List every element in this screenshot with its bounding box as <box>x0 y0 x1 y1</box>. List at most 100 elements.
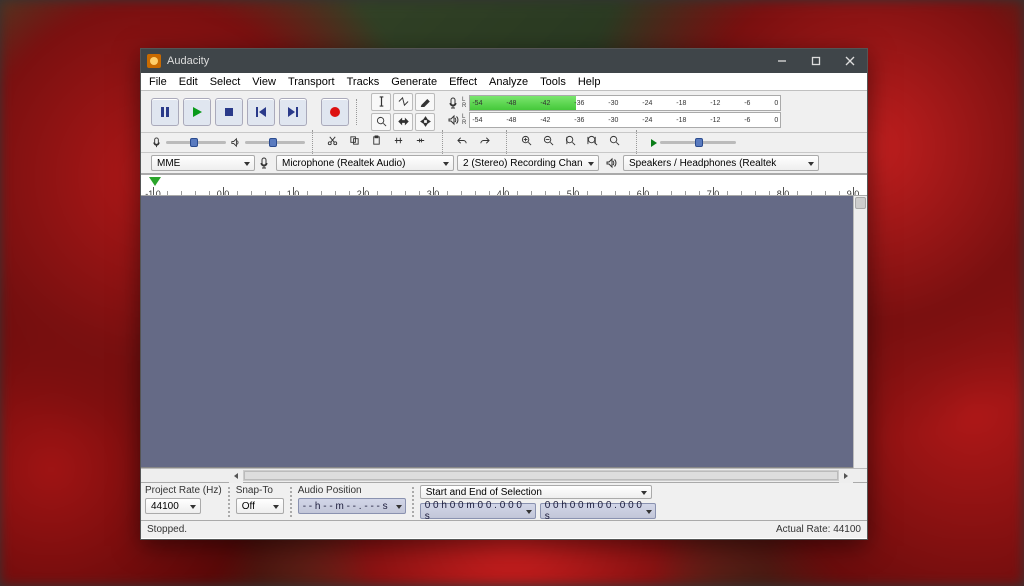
minimize-icon <box>777 56 787 66</box>
playback-meter[interactable]: -54-48-42-36-30-24-18-12-60 <box>469 112 781 128</box>
zoom-toggle-icon <box>609 135 620 146</box>
close-button[interactable] <box>833 49 867 73</box>
status-left: Stopped. <box>147 524 187 535</box>
menu-effect[interactable]: Effect <box>443 75 483 89</box>
vertical-scroll-thumb[interactable] <box>855 197 866 209</box>
edit-toolbar <box>327 135 435 151</box>
paste-button[interactable] <box>371 135 391 151</box>
menu-generate[interactable]: Generate <box>385 75 443 89</box>
menu-tracks[interactable]: Tracks <box>341 75 386 89</box>
timeline-ruler[interactable]: -1.00.01.02.03.04.05.06.07.08.09.0 <box>141 174 867 196</box>
zoom-tool[interactable] <box>371 113 391 131</box>
playback-volume-slider[interactable] <box>230 137 305 148</box>
undo-toolbar <box>457 135 499 151</box>
trim-button[interactable] <box>393 135 413 151</box>
snap-to-select[interactable]: Off <box>236 498 284 514</box>
zoom-toolbar <box>521 135 629 151</box>
recording-channels-select[interactable]: 2 (Stereo) Recording Chan <box>457 155 599 171</box>
menu-analyze[interactable]: Analyze <box>483 75 534 89</box>
selection-start-readout[interactable]: 0 0 h 0 0 m 0 0 . 0 0 0 s <box>420 503 536 519</box>
audio-position-readout[interactable]: - - h - - m - - . - - - s <box>298 498 406 514</box>
audio-position-label: Audio Position <box>298 485 406 496</box>
selection-mode-select[interactable]: Start and End of Selection <box>420 485 652 499</box>
selection-tool[interactable] <box>371 93 391 111</box>
fit-project-button[interactable] <box>587 135 607 151</box>
silence-button[interactable] <box>415 135 435 151</box>
pause-icon <box>158 105 172 119</box>
pause-button[interactable] <box>151 98 179 126</box>
titlebar[interactable]: Audacity <box>141 49 867 73</box>
pencil-icon <box>420 96 431 107</box>
draw-tool[interactable] <box>415 93 435 111</box>
horizontal-scroll-thumb[interactable] <box>244 471 838 480</box>
undo-button[interactable] <box>457 135 477 151</box>
menu-bar: File Edit Select View Transport Tracks G… <box>141 73 867 91</box>
audio-host-select[interactable]: MME <box>151 155 255 171</box>
multitool-icon <box>420 116 431 127</box>
paste-icon <box>371 135 382 146</box>
audio-host-value: MME <box>157 158 180 169</box>
play-at-speed[interactable] <box>651 139 736 147</box>
zoom-icon <box>376 116 387 127</box>
skip-start-button[interactable] <box>247 98 275 126</box>
zoom-in-icon <box>521 135 532 146</box>
speaker-icon <box>605 157 617 169</box>
skip-start-icon <box>254 105 268 119</box>
menu-help[interactable]: Help <box>572 75 607 89</box>
recording-volume-slider[interactable] <box>151 137 226 148</box>
cut-button[interactable] <box>327 135 347 151</box>
close-icon <box>845 56 855 66</box>
play-button[interactable] <box>183 98 211 126</box>
timeshift-icon <box>398 116 409 127</box>
track-area <box>141 196 867 468</box>
redo-button[interactable] <box>479 135 499 151</box>
recording-device-select[interactable]: Microphone (Realtek Audio) <box>276 155 454 171</box>
transport-toolbar: LR -54-48-42-36-30-24-18-12-60 LR -54-48… <box>141 91 867 133</box>
scroll-left-button[interactable] <box>229 469 243 483</box>
copy-button[interactable] <box>349 135 369 151</box>
speaker-icon <box>447 114 459 126</box>
track-canvas[interactable] <box>141 196 853 468</box>
zoom-toggle-button[interactable] <box>609 135 629 151</box>
undo-icon <box>457 135 468 146</box>
speaker-icon <box>230 137 241 148</box>
window-title: Audacity <box>167 55 209 67</box>
scroll-right-button[interactable] <box>839 469 853 483</box>
toolbar-area: LR -54-48-42-36-30-24-18-12-60 LR -54-48… <box>141 91 867 174</box>
recording-meter[interactable]: -54-48-42-36-30-24-18-12-60 <box>469 95 781 111</box>
envelope-tool[interactable] <box>393 93 413 111</box>
menu-edit[interactable]: Edit <box>173 75 204 89</box>
stop-button[interactable] <box>215 98 243 126</box>
playback-device-select[interactable]: Speakers / Headphones (Realtek <box>623 155 819 171</box>
menu-view[interactable]: View <box>246 75 282 89</box>
mixer-edit-toolbar <box>141 133 867 153</box>
menu-file[interactable]: File <box>143 75 173 89</box>
skip-end-button[interactable] <box>279 98 307 126</box>
status-bar: Stopped. Actual Rate: 44100 <box>141 520 867 538</box>
envelope-icon <box>398 96 409 107</box>
audacity-window: Audacity File Edit Select View Transport… <box>140 48 868 540</box>
timeshift-tool[interactable] <box>393 113 413 131</box>
multi-tool[interactable] <box>415 113 435 131</box>
play-icon <box>651 139 657 147</box>
record-button[interactable] <box>321 98 349 126</box>
ibeam-icon <box>376 96 387 107</box>
fit-selection-button[interactable] <box>565 135 585 151</box>
minimize-button[interactable] <box>765 49 799 73</box>
project-rate-label: Project Rate (Hz) <box>145 485 222 496</box>
vertical-scrollbar[interactable] <box>853 196 867 468</box>
silence-icon <box>415 135 426 146</box>
selection-end-readout[interactable]: 0 0 h 0 0 m 0 0 . 0 0 0 s <box>540 503 656 519</box>
fit-sel-icon <box>565 135 576 146</box>
menu-tools[interactable]: Tools <box>534 75 572 89</box>
play-icon <box>190 105 204 119</box>
zoom-in-button[interactable] <box>521 135 541 151</box>
horizontal-scrollbar[interactable] <box>141 468 867 482</box>
menu-transport[interactable]: Transport <box>282 75 341 89</box>
maximize-button[interactable] <box>799 49 833 73</box>
menu-select[interactable]: Select <box>204 75 247 89</box>
mic-icon <box>258 157 270 169</box>
zoom-out-button[interactable] <box>543 135 563 151</box>
project-rate-select[interactable]: 44100 <box>145 498 201 514</box>
stop-icon <box>222 105 236 119</box>
